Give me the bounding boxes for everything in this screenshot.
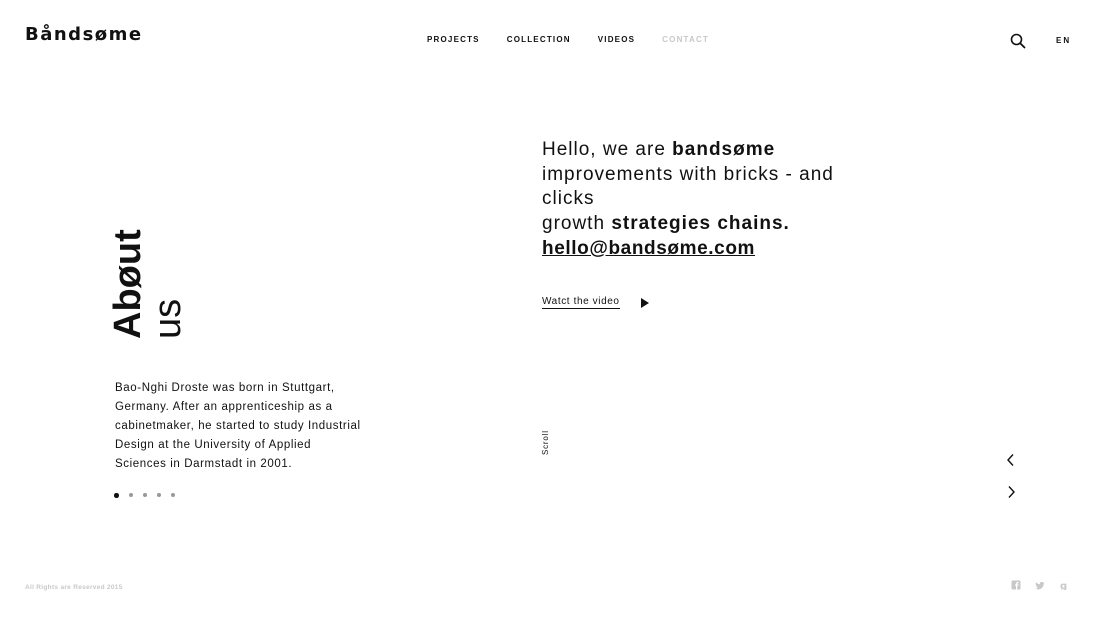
search-icon[interactable] xyxy=(1010,33,1026,49)
intro-line1-prefix: Hello, we are xyxy=(542,139,673,160)
svg-text:g: g xyxy=(1060,581,1067,590)
about-title-line2: us xyxy=(147,298,189,339)
language-switch[interactable]: EN xyxy=(1056,36,1071,45)
about-bio: Bao-Nghi Droste was born in Stuttgart, G… xyxy=(115,381,361,470)
about-heading: Abøut us xyxy=(107,229,189,343)
contact-email[interactable]: hello@bandsøme.com xyxy=(542,238,755,260)
chevron-left-icon[interactable] xyxy=(1006,453,1016,467)
chevron-right-icon[interactable] xyxy=(1006,485,1016,499)
intro-line3-bold: strategies chains. xyxy=(611,212,790,234)
nav-contact[interactable]: CONTACT xyxy=(662,35,709,44)
intro-text: Hello, we are bandsøme improvements with… xyxy=(542,138,862,236)
intro-line2: improvements with bricks - and clicks xyxy=(542,163,834,210)
nav-collection[interactable]: COLLECTION xyxy=(507,35,571,44)
intro-brand-name: bandsøme xyxy=(672,139,776,160)
main-nav: PROJECTS COLLECTION VIDEOS CONTACT xyxy=(427,35,736,44)
watch-video-link[interactable]: Watct the video xyxy=(542,296,620,309)
pager-dot[interactable] xyxy=(156,493,161,497)
pager-dot[interactable] xyxy=(128,493,133,497)
google-plus-icon[interactable]: g xyxy=(1059,580,1069,590)
nav-videos[interactable]: VIDEOS xyxy=(598,35,635,44)
about-title: Abøut us xyxy=(107,229,189,339)
scroll-indicator[interactable]: Scroll xyxy=(541,430,550,455)
about-title-line1: Abøut xyxy=(107,229,149,339)
twitter-icon[interactable] xyxy=(1035,581,1045,591)
pager-dot[interactable] xyxy=(114,493,119,498)
intro-line3-prefix: growth xyxy=(542,212,612,234)
pager-dot[interactable] xyxy=(142,493,147,497)
footer-copyright: All Rights are Reserved 2015 xyxy=(25,584,123,591)
nav-projects[interactable]: PROJECTS xyxy=(427,35,480,44)
pager-dot[interactable] xyxy=(170,493,175,497)
play-icon[interactable] xyxy=(641,298,649,308)
slide-pager xyxy=(114,493,175,498)
facebook-icon[interactable] xyxy=(1011,580,1021,590)
brand-logo[interactable]: Båndsøme xyxy=(25,24,143,45)
